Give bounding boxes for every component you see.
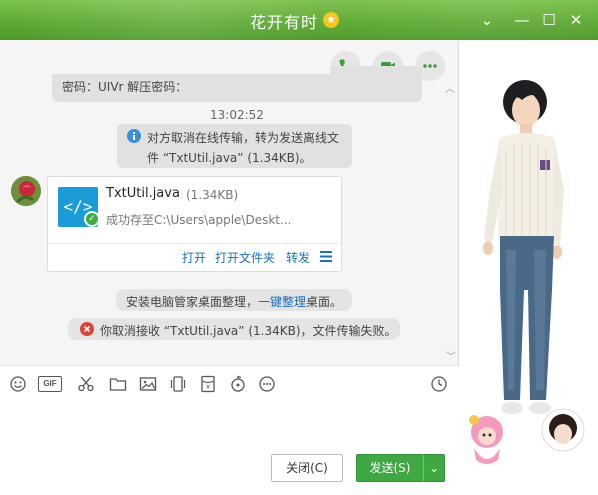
red-packet-icon[interactable]: ¥ <box>199 375 217 393</box>
tip-text: 安装电脑管家桌面整理，一键整理桌面。 <box>126 293 342 310</box>
close-button[interactable]: 关闭(C) <box>271 454 343 482</box>
file-name: TxtUtil.java <box>106 186 180 201</box>
maximize-button[interactable]: ☐ <box>539 10 559 30</box>
gif-label: GIF <box>38 376 62 392</box>
file-size: (1.34KB) <box>186 188 239 202</box>
send-button[interactable]: 发送(S) <box>356 454 424 482</box>
message-input[interactable] <box>0 400 459 448</box>
error-text: 你取消接收 “TxtUtil.java” (1.34KB)，文件传输失败。 <box>100 324 397 338</box>
chevron-down-icon[interactable]: ⌄ <box>477 10 497 30</box>
emoji-icon[interactable] <box>9 375 27 393</box>
offline-transfer-notice: 对方取消在线传输，转为发送离线文 件 “TxtUtil.java” (1.34K… <box>117 124 352 168</box>
chat-area: 密码：UIVr 解压密码： ︿ 13:02:52 对方取消在线传输，转为发送离线… <box>0 40 459 365</box>
vip-badge-icon: ★ <box>323 12 339 28</box>
input-divider <box>0 365 459 366</box>
tip-prefix: 安装电脑管家桌面整理， <box>126 295 259 309</box>
gif-icon[interactable]: GIF <box>38 375 62 393</box>
tip-suffix: 桌面。 <box>306 295 343 309</box>
info-icon <box>127 129 141 143</box>
folder-icon[interactable] <box>109 375 127 393</box>
success-check-icon: ✓ <box>84 211 100 227</box>
window-title: 花开有时 <box>250 13 319 32</box>
previous-message-text: 密码：UIVr 解压密码： <box>62 80 188 94</box>
notice-line-2: 件 “TxtUtil.java” (1.34KB)。 <box>147 151 312 165</box>
menu-icon[interactable] <box>320 251 332 262</box>
transfer-failed-notice: 你取消接收 “TxtUtil.java” (1.34KB)，文件传输失败。 <box>68 318 400 340</box>
more-tools-icon[interactable] <box>258 375 276 393</box>
music-icon[interactable] <box>229 375 247 393</box>
scroll-up-icon[interactable]: ︿ <box>445 80 455 95</box>
contact-avatar[interactable] <box>11 176 41 206</box>
error-icon <box>80 322 94 336</box>
shake-window-icon[interactable] <box>169 375 187 393</box>
open-folder-link[interactable]: 打开文件夹 <box>215 249 275 266</box>
contact-show-panel <box>460 40 598 495</box>
message-timestamp: 13:02:52 <box>210 108 264 122</box>
character-figure-illustration <box>469 80 585 464</box>
open-file-link[interactable]: 打开 <box>182 249 206 266</box>
svg-text:¥: ¥ <box>206 384 210 391</box>
screenshot-scissors-icon[interactable] <box>77 375 95 393</box>
send-options-chevron-icon[interactable]: ⌄ <box>423 454 445 482</box>
title-bar: 花开有时 ★ ⌄ — ☐ ✕ <box>0 0 598 40</box>
close-window-button[interactable]: ✕ <box>566 10 586 30</box>
scroll-down-icon[interactable]: ﹀ <box>446 348 456 363</box>
image-icon[interactable] <box>139 375 157 393</box>
rose-avatar-icon <box>11 176 41 206</box>
more-dots-icon <box>423 64 437 68</box>
minimize-button[interactable]: — <box>512 10 532 30</box>
notice-line-1: 对方取消在线传输，转为发送离线文 <box>147 131 340 145</box>
forward-link[interactable]: 转发 <box>286 249 310 266</box>
file-transfer-card: </> ✓ TxtUtil.java (1.34KB) 成功存至C:\Users… <box>47 176 342 272</box>
desktop-tip-notice: 安装电脑管家桌面整理，一键整理桌面。 <box>116 289 352 311</box>
scroll-mask <box>40 40 330 74</box>
tip-link[interactable]: 一键整理 <box>258 295 306 309</box>
card-divider <box>48 243 341 244</box>
file-save-status: 成功存至C:\Users\apple\Deskt... <box>106 213 292 227</box>
message-history-clock-icon[interactable] <box>430 375 448 393</box>
